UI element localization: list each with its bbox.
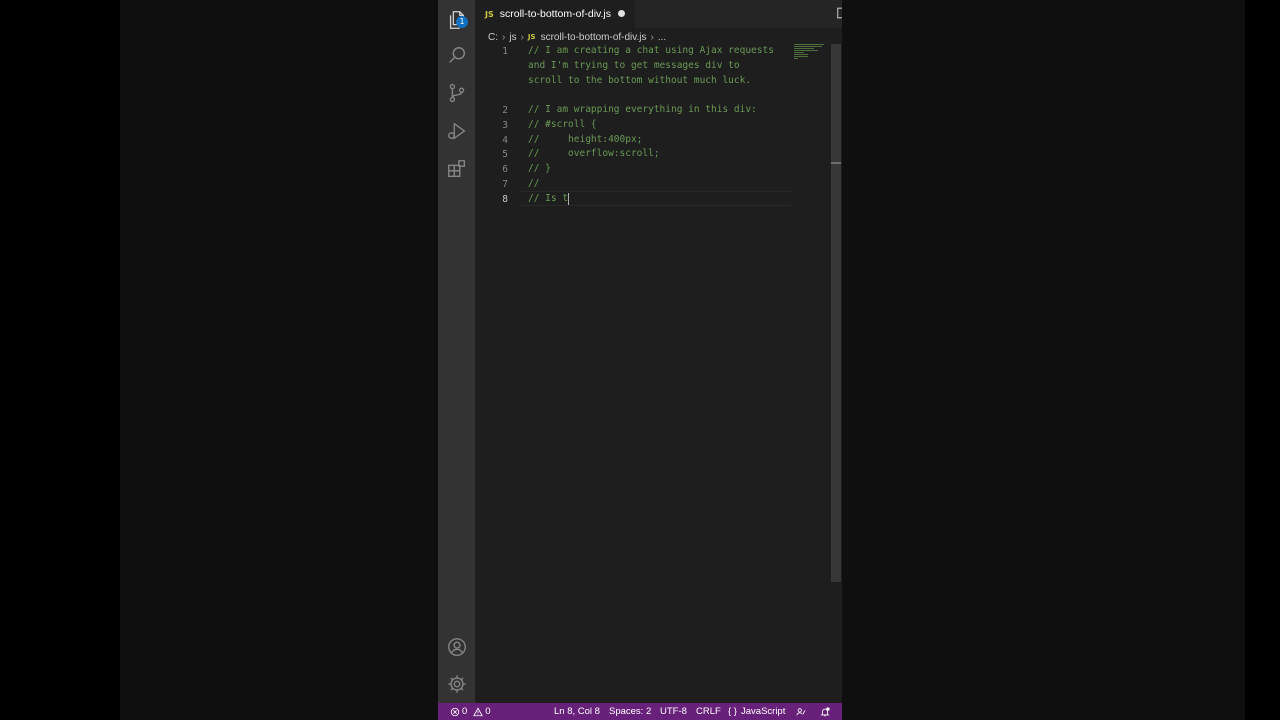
warning-count: 0	[485, 706, 491, 717]
unsaved-dot-icon[interactable]	[618, 10, 625, 17]
line-number: 2	[502, 105, 508, 116]
tab-scroll-to-bottom-of-div[interactable]: JS scroll-to-bottom-of-div.js	[475, 0, 635, 28]
chevron-right-icon: ›	[502, 31, 506, 43]
minimap[interactable]	[794, 44, 826, 64]
tab-title: scroll-to-bottom-of-div.js	[499, 8, 611, 20]
code-line[interactable]: // height:400px;	[528, 133, 778, 148]
background-band-left	[120, 0, 438, 720]
problems-indicator[interactable]: 0 0	[450, 703, 491, 720]
run-debug-icon[interactable]	[444, 118, 469, 143]
letterbox-left	[0, 0, 120, 720]
letterbox-right	[1245, 0, 1280, 720]
code-line[interactable]: //	[528, 177, 778, 192]
indentation[interactable]: Spaces: 2	[609, 703, 651, 720]
error-icon	[450, 707, 460, 716]
line-number: 5	[502, 149, 508, 160]
code-line-active[interactable]: // Is t	[528, 192, 570, 207]
breadcrumb-drive[interactable]: C:	[488, 32, 498, 43]
notifications-bell-icon[interactable]	[820, 703, 832, 720]
chevron-right-icon: ›	[650, 31, 654, 43]
line-number-active: 8	[502, 194, 508, 205]
cursor-position[interactable]: Ln 8, Col 8	[554, 703, 600, 720]
extensions-icon[interactable]	[444, 156, 469, 181]
chevron-right-icon: ›	[520, 31, 524, 43]
breadcrumb-folder[interactable]: js	[509, 32, 516, 43]
end-of-line[interactable]: CRLF	[696, 703, 721, 720]
javascript-file-icon: JS	[527, 33, 536, 41]
line-number: 7	[502, 179, 508, 190]
breadcrumb: C: › js › JS scroll-to-bottom-of-div.js …	[488, 30, 666, 44]
code-line[interactable]: // overflow:scroll;	[528, 147, 778, 162]
code-line-text: // Is t	[528, 193, 569, 204]
line-number: 3	[502, 120, 508, 131]
javascript-file-icon: JS	[485, 9, 494, 19]
language-label: JavaScript	[741, 706, 786, 717]
text-cursor	[568, 192, 570, 205]
line-number: 1	[502, 46, 508, 57]
breadcrumb-file[interactable]: scroll-to-bottom-of-div.js	[541, 32, 647, 43]
tab-bar: JS scroll-to-bottom-of-div.js	[475, 0, 842, 28]
code-line[interactable]: // }	[528, 162, 778, 177]
activity-bar: 1	[438, 0, 475, 703]
warning-icon	[473, 706, 484, 716]
code-line[interactable]: // #scroll {	[528, 118, 778, 133]
explorer-badge: 1	[456, 16, 468, 28]
encoding[interactable]: UTF-8	[660, 703, 687, 720]
code-editor[interactable]: 1 // I am creating a chat using Ajax req…	[475, 44, 842, 703]
background-band-right	[842, 0, 1245, 720]
editor-scrollbar[interactable]	[831, 44, 841, 582]
feedback-icon[interactable]	[796, 703, 808, 720]
vscode-window: 1 JS scroll-to-bottom-of-div.js C: › js …	[438, 0, 842, 720]
source-control-icon[interactable]	[444, 80, 469, 105]
cursor-overview-marker	[831, 162, 841, 164]
line-number: 6	[502, 164, 508, 175]
status-bar: 0 0 Ln 8, Col 8 Spaces: 2 UTF-8 CRLF { }…	[438, 703, 842, 720]
settings-gear-icon[interactable]	[444, 671, 469, 696]
error-count: 0	[462, 706, 468, 717]
code-line[interactable]: // I am creating a chat using Ajax reque…	[528, 44, 778, 88]
code-line[interactable]: // I am wrapping everything in this div:	[528, 103, 778, 118]
language-mode[interactable]: { } JavaScript	[728, 703, 785, 720]
split-editor-icon[interactable]	[836, 6, 842, 20]
line-number: 4	[502, 135, 508, 146]
account-icon[interactable]	[444, 634, 469, 659]
braces-icon: { }	[728, 706, 737, 717]
breadcrumb-more[interactable]: ...	[658, 32, 666, 43]
search-icon[interactable]	[444, 43, 469, 68]
